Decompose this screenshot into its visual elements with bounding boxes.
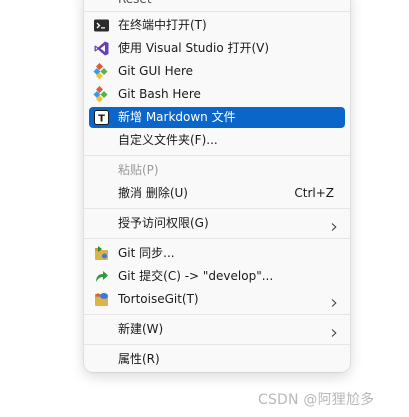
menu-item-open-visual-studio[interactable]: 使用 Visual Studio 打开(V) [89, 38, 345, 59]
menu-item-paste[interactable]: 粘贴(P) [89, 160, 345, 181]
chevron-right-icon [329, 324, 339, 337]
menu-item-git-gui[interactable]: Git GUI Here [89, 61, 345, 82]
menu-item-new[interactable]: 新建(W) [89, 319, 345, 340]
menu-item-git-sync[interactable]: Git 同步... [89, 243, 345, 264]
menu-separator [84, 238, 350, 239]
shortcut-label: Ctrl+Z [294, 186, 334, 200]
menu-item-git-bash[interactable]: Git Bash Here [89, 84, 345, 105]
git-commit-arrow-icon [93, 268, 110, 285]
terminal-icon [93, 17, 110, 34]
git-sync-icon [93, 245, 110, 262]
menu-separator [84, 11, 350, 12]
menu-separator [84, 344, 350, 345]
svg-text:T: T [98, 114, 105, 125]
menu-item-new-markdown[interactable]: T 新增 Markdown 文件 [89, 107, 345, 128]
menu-item-tortoisegit[interactable]: TortoiseGit(T) [89, 289, 345, 310]
menu-item-properties[interactable]: 属性(R) [89, 349, 345, 370]
git-bash-icon [93, 85, 110, 103]
menu-separator [84, 314, 350, 315]
typora-icon: T [93, 109, 110, 126]
menu-item-undo-delete[interactable]: 撤消 删除(U) Ctrl+Z [89, 183, 345, 204]
menu-item-grant-access[interactable]: 授予访问权限(G) [89, 213, 345, 234]
git-gui-icon [93, 62, 110, 80]
menu-separator [84, 208, 350, 209]
menu-item-git-commit[interactable]: Git 提交(C) -> "develop"... [89, 266, 345, 287]
chevron-right-icon [329, 294, 339, 307]
menu-item-open-terminal[interactable]: 在终端中打开(T) [89, 15, 345, 36]
watermark-text: CSDN @阿狸尬多 [258, 392, 375, 408]
context-menu: Reset 在终端中打开(T) 使用 Visual Studio 打开(V) [84, 0, 350, 372]
menu-item-reset-partial[interactable]: Reset [89, 0, 345, 10]
menu-item-custom-folder[interactable]: 自定义文件夹(F)... [89, 130, 345, 151]
tortoisegit-icon [93, 291, 110, 308]
menu-separator [84, 155, 350, 156]
chevron-right-icon [329, 218, 339, 231]
visual-studio-icon [93, 40, 110, 57]
